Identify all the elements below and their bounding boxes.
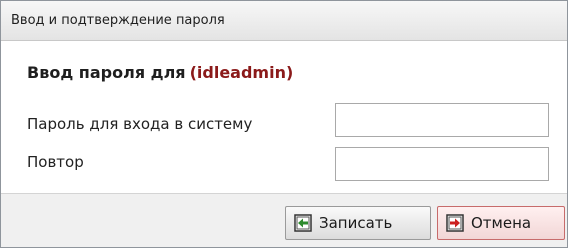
cancel-button[interactable]: Отмена (437, 206, 565, 240)
form-heading: Ввод пароля для (idleadmin) (27, 63, 293, 82)
save-icon (294, 214, 312, 232)
heading-username: (idleadmin) (189, 63, 294, 82)
dialog-title: Ввод и подтверждение пароля (11, 13, 225, 28)
password-field[interactable] (335, 103, 549, 137)
password-dialog: Ввод и подтверждение пароля Ввод пароля … (0, 0, 568, 248)
heading-prefix: Ввод пароля для (27, 63, 186, 82)
dialog-titlebar: Ввод и подтверждение пароля (1, 1, 567, 41)
cancel-button-label: Отмена (471, 214, 532, 232)
dialog-footer: Записать Отмена (1, 193, 567, 247)
repeat-password-field[interactable] (335, 147, 549, 181)
save-button[interactable]: Записать (285, 206, 431, 240)
password-label: Пароль для входа в систему (27, 115, 253, 133)
cancel-icon (446, 214, 464, 232)
repeat-password-label: Повтор (27, 153, 84, 171)
save-button-label: Записать (319, 214, 393, 232)
